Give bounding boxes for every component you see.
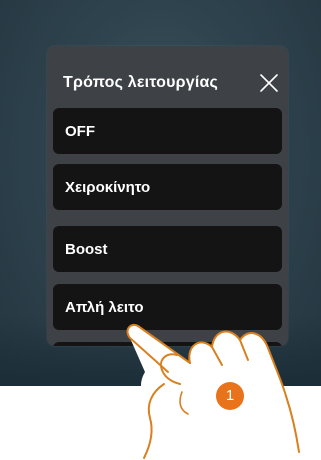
option-label: Απλή λειτο xyxy=(65,299,144,316)
option-simple-operation[interactable]: Απλή λειτο xyxy=(53,284,282,330)
step-badge: 1 xyxy=(216,382,244,410)
option-label: OFF xyxy=(65,123,95,140)
operating-mode-dialog: Τρόπος λειτουργίας OFF Χειροκίνητο Boost… xyxy=(47,46,288,346)
option-off[interactable]: OFF xyxy=(53,108,282,154)
option-manual[interactable]: Χειροκίνητο xyxy=(53,164,282,210)
close-button[interactable] xyxy=(258,72,280,94)
option-label: Boost xyxy=(65,241,108,258)
dialog-header: Τρόπος λειτουργίας xyxy=(47,46,288,104)
dialog-title: Τρόπος λειτουργίας xyxy=(63,74,219,91)
option-boost[interactable]: Boost xyxy=(53,226,282,272)
option-more[interactable] xyxy=(53,342,282,346)
tutorial-illustration: Τρόπος λειτουργίας OFF Χειροκίνητο Boost… xyxy=(0,0,321,460)
option-label: Χειροκίνητο xyxy=(65,179,151,196)
close-icon xyxy=(260,74,278,92)
device-screen: Τρόπος λειτουργίας OFF Χειροκίνητο Boost… xyxy=(0,0,321,386)
